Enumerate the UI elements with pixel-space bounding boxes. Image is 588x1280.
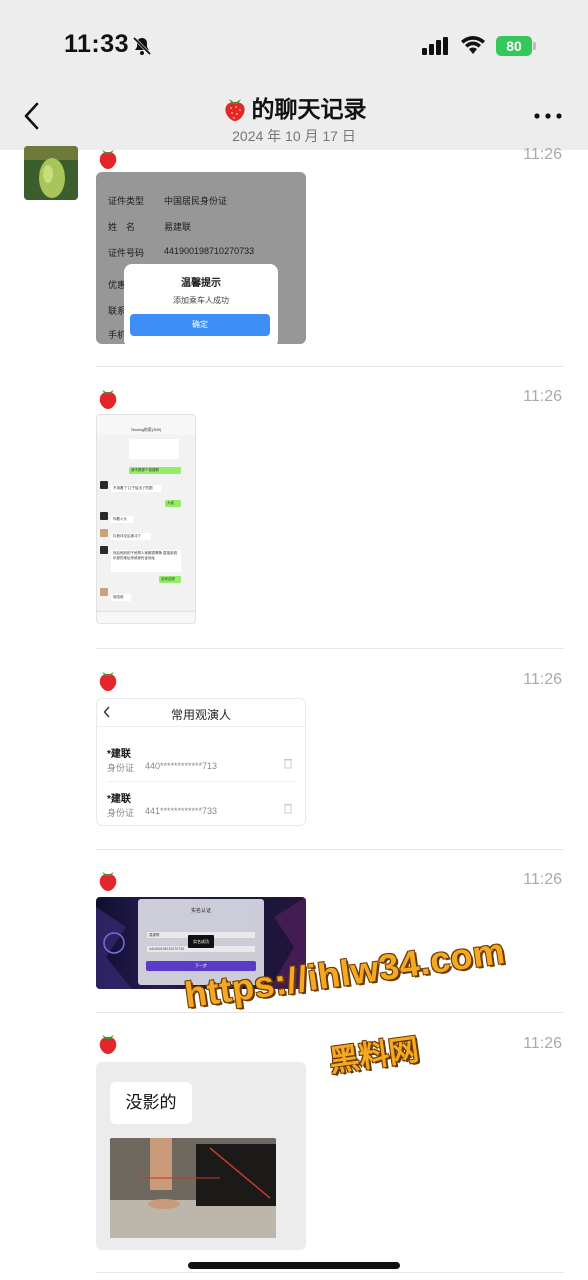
chat-title-text: 的聊天记录 bbox=[251, 96, 367, 122]
message-time: 11:26 bbox=[523, 871, 562, 888]
top-bar: 11:33 80 的聊天记录 2024 年 10 月 17 日 bbox=[0, 0, 588, 150]
status-time: 11:33 bbox=[64, 30, 130, 58]
dialog-title: 温馨提示 bbox=[181, 278, 221, 289]
message-time: 11:26 bbox=[523, 388, 562, 405]
divider bbox=[96, 648, 564, 649]
bell-muted-icon bbox=[132, 36, 152, 56]
game-art bbox=[96, 907, 132, 989]
image-message-audience-list[interactable]: 常用观演人 *建联 身份证 440************713 *建联 身份证… bbox=[96, 698, 306, 826]
card-header: 常用观演人 bbox=[97, 699, 305, 727]
cellular-signal-icon bbox=[422, 37, 448, 55]
chat-bubble: 不用看了 辽宁给出了的图 bbox=[111, 485, 161, 492]
alert-dialog: 温馨提示 添加乘车人成功 确定 bbox=[124, 264, 278, 344]
person-name: *建联 bbox=[107, 794, 131, 805]
chat-title: 的聊天记录 bbox=[0, 90, 588, 124]
strawberry-icon bbox=[224, 99, 245, 121]
image-message-form[interactable]: 证件类型 中国居民身份证 姓 名 易建联 证件号码 44190019871027… bbox=[96, 172, 306, 344]
person-name: *建联 bbox=[107, 749, 131, 760]
chat-bubble: 抖音评论区被冲了 bbox=[111, 533, 151, 540]
chat-bubble bbox=[129, 439, 179, 459]
strawberry-avatar-icon bbox=[99, 672, 117, 691]
strawberry-avatar-icon bbox=[99, 872, 117, 891]
message-time: 11:26 bbox=[523, 1035, 562, 1052]
screenshot-input-bar bbox=[97, 611, 195, 623]
battery-level: 80 bbox=[496, 36, 532, 56]
sender-avatar[interactable] bbox=[24, 146, 78, 200]
strawberry-avatar-icon bbox=[99, 150, 117, 169]
divider bbox=[96, 1012, 564, 1013]
strawberry-avatar-icon bbox=[99, 1035, 117, 1054]
verification-title: 实名认证 bbox=[190, 908, 211, 914]
battery-icon: 80 bbox=[496, 36, 536, 56]
watermark-label: 黑料网 bbox=[327, 1033, 421, 1079]
screenshot-header: Tendog的家(309) bbox=[97, 415, 195, 435]
chat-bubble: 没来这呢 bbox=[159, 576, 181, 583]
strawberry-avatar-icon bbox=[99, 390, 117, 409]
message-time: 11:26 bbox=[523, 146, 562, 163]
divider bbox=[96, 1272, 564, 1273]
message-time: 11:26 bbox=[523, 671, 562, 688]
id-label: 身份证 bbox=[107, 808, 135, 818]
divider bbox=[96, 849, 564, 850]
chat-bubble: 你着人头 bbox=[111, 516, 133, 523]
id-value: 440************713 bbox=[145, 761, 218, 771]
chat-title-area: 的聊天记录 2024 年 10 月 17 日 bbox=[0, 90, 588, 146]
chat-bubble: 哈哈哈 bbox=[111, 594, 131, 601]
chat-date: 2024 年 10 月 17 日 bbox=[232, 128, 356, 144]
card-title: 常用观演人 bbox=[170, 708, 231, 722]
dialog-confirm-button: 确定 bbox=[130, 314, 270, 336]
text-bubble: 没影的 bbox=[110, 1082, 192, 1124]
dialog-message: 添加乘车人成功 bbox=[173, 296, 229, 305]
chat-bubble: 我不是那个易建联 bbox=[129, 467, 181, 474]
photo bbox=[110, 1138, 276, 1238]
divider bbox=[96, 366, 564, 367]
id-value: 441************733 bbox=[145, 806, 218, 816]
more-options-icon[interactable] bbox=[533, 112, 563, 120]
id-label: 身份证 bbox=[107, 763, 135, 773]
chat-bubble: 大佬 bbox=[165, 500, 181, 507]
trash-icon bbox=[284, 759, 292, 769]
home-indicator[interactable] bbox=[188, 1262, 400, 1269]
screenshot-title: Tendog的家(309) bbox=[130, 427, 162, 432]
image-message-photo[interactable]: 没影的 bbox=[96, 1062, 306, 1250]
trash-icon bbox=[284, 804, 292, 814]
wifi-icon bbox=[461, 36, 485, 54]
chat-bubble: 然后他妈的干他哥人家都很尊敬 直接用俱乐部的地址来填身份证地址 bbox=[111, 550, 181, 572]
image-message-chat-screenshot[interactable]: Tendog的家(309) 我不是那个易建联 不用看了 辽宁给出了的图 大佬 你… bbox=[96, 414, 196, 624]
success-toast: 实名成功 bbox=[188, 935, 214, 948]
